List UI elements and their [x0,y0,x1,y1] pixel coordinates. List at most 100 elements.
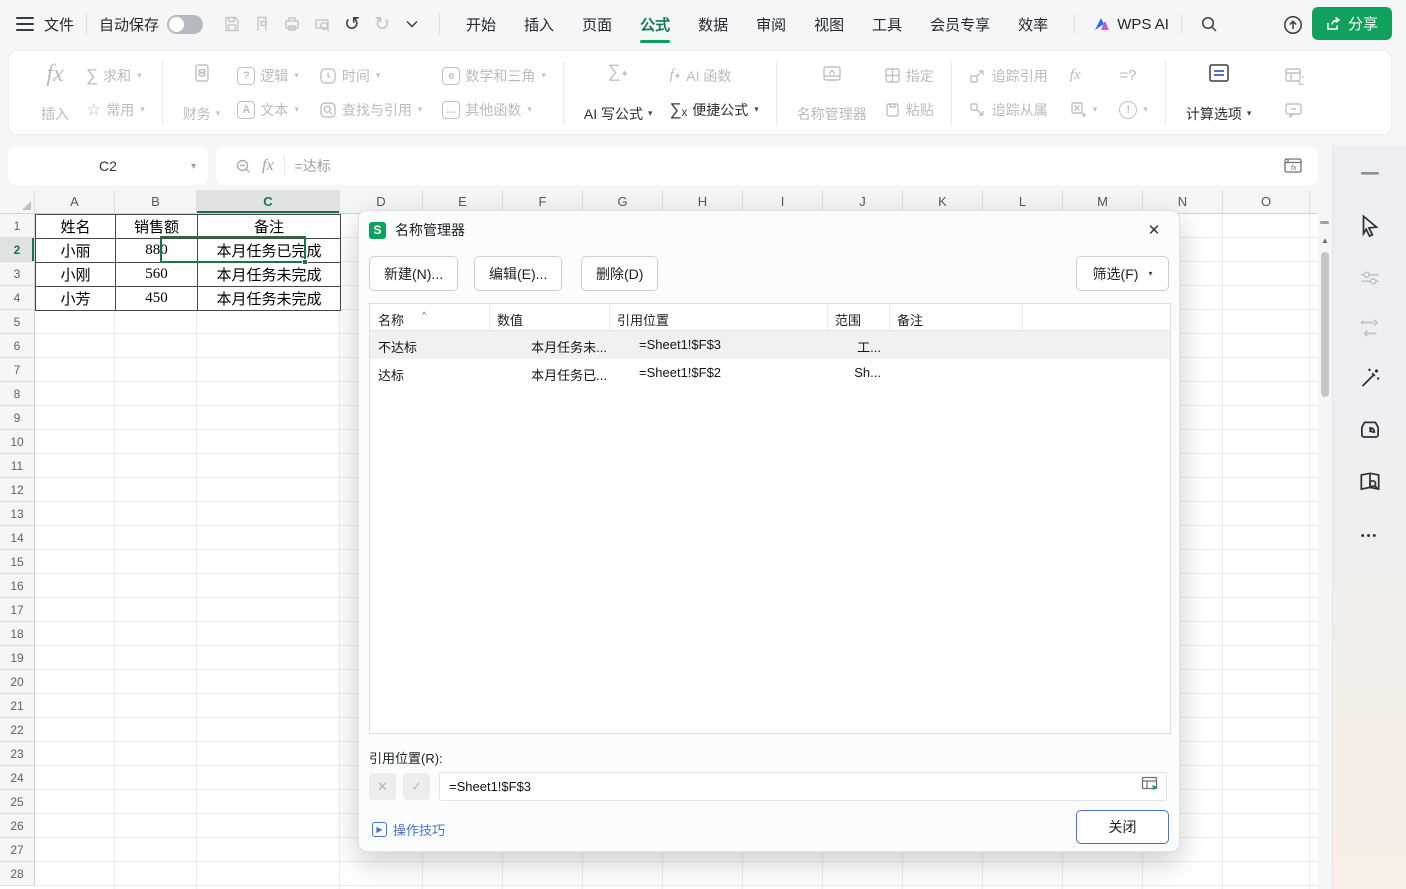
wps-ai-button[interactable]: WPS AI [1093,16,1169,33]
insert-function-button[interactable]: fx 插入 [31,62,79,124]
vertical-scrollbar[interactable]: ▲ [1318,190,1332,889]
other-functions-button[interactable]: … 其他函数▾ [435,96,553,124]
scrollbar-split-handle[interactable] [1320,221,1329,224]
row-header-24[interactable]: 24 [0,766,34,790]
tab-视图[interactable]: 视图 [800,0,858,48]
text-functions-button[interactable]: A 文本▾ [230,96,306,124]
col-header-comment[interactable]: 备注 [897,310,923,329]
ai-write-formula-button[interactable]: ∑✦ AI 写公式▾ [574,62,663,124]
cell-C3[interactable]: 本月任务未完成 [198,263,341,287]
row-header-3[interactable]: 3 [0,262,34,286]
row-header-9[interactable]: 9 [0,406,34,430]
range-picker-icon[interactable] [1140,775,1160,798]
error-checking-button[interactable]: ! ▾ [1112,96,1155,124]
fx-icon[interactable]: fx [262,158,274,174]
tab-开始[interactable]: 开始 [452,0,510,48]
row-header-6[interactable]: 6 [0,334,34,358]
common-functions-button[interactable]: ☆ 常用▾ [79,96,152,124]
tab-页面[interactable]: 页面 [568,0,626,48]
tab-效率[interactable]: 效率 [1004,0,1062,48]
quick-formula-button[interactable]: ∑ₓ 便捷公式▾ [663,96,766,124]
paste-names-button[interactable]: 粘贴 [877,96,941,124]
row-header-23[interactable]: 23 [0,742,34,766]
finance-button[interactable]: 财务▾ [173,62,231,124]
cursor-select-icon[interactable] [1353,209,1387,243]
row-header-14[interactable]: 14 [0,526,34,550]
row-header-16[interactable]: 16 [0,574,34,598]
cell-A2[interactable]: 小丽 [36,239,116,263]
autosave-toggle[interactable] [167,15,203,34]
col-header-value[interactable]: 数值 [497,310,523,329]
cell-B2[interactable]: 880 [116,239,198,263]
scroll-up-icon[interactable]: ▲ [1321,236,1329,245]
col-header-scope[interactable]: 范围 [835,310,861,329]
lookup-reference-button[interactable]: 查找与引用▾ [312,96,430,124]
name-manager-button[interactable]: 名称管理器 [787,62,877,124]
name-box[interactable]: C2 ▾ [8,147,208,185]
menu-icon[interactable] [16,17,34,31]
cell-C1[interactable]: 备注 [198,215,341,239]
assign-names-button[interactable]: 指定 [877,62,941,90]
row-header-15[interactable]: 15 [0,550,34,574]
filter-button[interactable]: 筛选(F) ▾ [1076,256,1169,291]
logic-functions-button[interactable]: ? 逻辑▾ [230,62,306,90]
row-header-19[interactable]: 19 [0,646,34,670]
tab-公式[interactable]: 公式 [626,0,684,48]
formula-text[interactable]: =达标 [295,156,1278,176]
remove-arrows-button[interactable]: ▾ [1063,96,1105,124]
row-header-5[interactable]: 5 [0,310,34,334]
row-header-8[interactable]: 8 [0,382,34,406]
collapse-sidebar-icon[interactable] [1353,157,1387,191]
cell-A3[interactable]: 小刚 [36,263,116,287]
math-trig-button[interactable]: e 数学和三角▾ [435,62,553,90]
zoom-out-formula-icon[interactable] [228,151,258,181]
formula-bar[interactable]: fx =达标 fx [216,147,1318,185]
export-pdf-icon[interactable] [247,9,277,39]
tab-审阅[interactable]: 审阅 [742,0,800,48]
recalculate-sheet-button[interactable] [1277,62,1311,90]
share-button[interactable]: 分享 [1312,7,1392,40]
redo-icon[interactable]: ↻ [367,9,397,39]
magic-wand-icon[interactable] [1353,361,1387,395]
trace-precedents-button[interactable]: 追踪引用 [962,62,1055,90]
show-formulas-button[interactable]: fx [1063,62,1105,90]
more-options-icon[interactable]: ••• [1353,519,1387,553]
search-icon[interactable] [1194,9,1224,39]
name-row-budabiao[interactable]: 不达标 本月任务未... =Sheet1!$F$3 工... [370,331,1170,359]
cell-C2[interactable]: 本月任务已完成 [198,239,341,263]
row-header-11[interactable]: 11 [0,454,34,478]
time-functions-button[interactable]: 时间▾ [312,62,430,90]
undo-icon[interactable]: ↺ [337,9,367,39]
cancel-edit-icon[interactable]: ✕ [369,773,396,800]
cell-C4[interactable]: 本月任务未完成 [198,287,341,311]
name-row-dabiao[interactable]: 达标 本月任务已... =Sheet1!$F$2 Sh... [370,359,1170,387]
row-header-26[interactable]: 26 [0,814,34,838]
expand-formula-bar-icon[interactable]: fx [1278,151,1308,181]
calc-options-button[interactable]: 计算选项▾ [1176,62,1262,124]
row-header-27[interactable]: 27 [0,838,34,862]
tab-插入[interactable]: 插入 [510,0,568,48]
cell-A1[interactable]: 姓名 [36,215,116,239]
formula-evaluate-button[interactable]: =? [1112,62,1155,90]
dialog-close-button[interactable]: 关闭 [1076,810,1169,844]
new-name-button[interactable]: 新建(N)... [369,256,458,291]
ai-function-button[interactable]: f✦ AI 函数 [663,62,766,90]
row-header-13[interactable]: 13 [0,502,34,526]
row-header-7[interactable]: 7 [0,358,34,382]
document-search-icon[interactable] [1353,465,1387,499]
column-header-A[interactable]: A [35,190,115,213]
cell-B3[interactable]: 560 [116,263,198,287]
cell-B1[interactable]: 销售额 [116,215,198,239]
adjust-settings-icon[interactable] [1353,261,1387,295]
select-all-corner[interactable] [0,190,35,213]
edit-name-button[interactable]: 编辑(E)... [474,256,562,291]
eco-templates-icon[interactable] [1353,413,1387,447]
tab-会员专享[interactable]: 会员专享 [916,0,1004,48]
upload-icon[interactable] [1278,10,1308,40]
row-header-28[interactable]: 28 [0,862,34,886]
delete-name-button[interactable]: 删除(D) [581,256,658,291]
row-header-17[interactable]: 17 [0,598,34,622]
row-header-10[interactable]: 10 [0,430,34,454]
sum-button[interactable]: ∑ 求和▾ [79,62,152,90]
tab-工具[interactable]: 工具 [858,0,916,48]
